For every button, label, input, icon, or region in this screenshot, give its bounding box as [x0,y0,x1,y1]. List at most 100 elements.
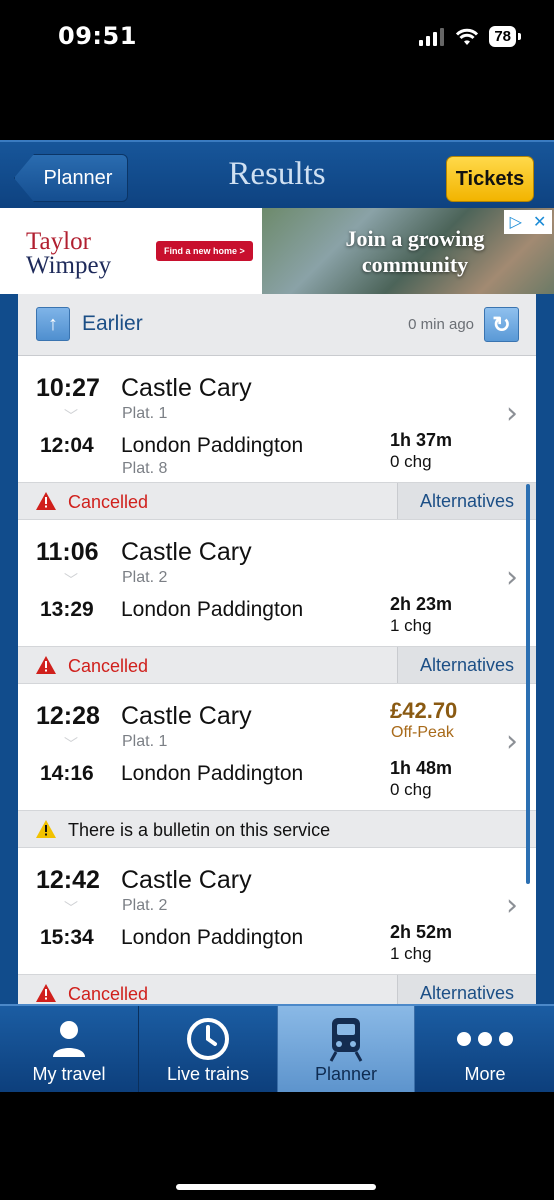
chevron-down-icon: ﹀ [64,408,78,424]
chevron-down-icon: ﹀ [64,736,78,752]
fare-type: Off-Peak [391,724,454,741]
tab-live-trains[interactable]: Live trains [139,1006,277,1092]
arrival-station: London Paddington [121,434,304,457]
more-dots-icon [457,1032,513,1046]
journey-status-text: There is a bulletin on this service [68,820,331,840]
alternatives-button[interactable]: Alternatives [397,647,536,683]
app-window: Planner Results Tickets Taylor Wimpey Fi… [0,140,554,1092]
warning-icon [36,984,56,1002]
bulletin-warning-icon [36,820,56,838]
warning-icon [36,492,56,510]
journey-status-row: Cancelled Alternatives [18,482,536,520]
updated-time: 0 min ago [408,316,474,333]
departure-platform: Plat. 2 [122,897,168,914]
fare-price: £42.70 [390,698,458,723]
advert-tagline: Join a growing community [345,226,485,277]
status-icons: 78 [419,26,521,47]
departure-station: Castle Cary [121,866,252,894]
clock-icon [187,1018,229,1060]
advert-cta-button[interactable]: Find a new home > [156,241,253,261]
departure-station: Castle Cary [121,374,252,402]
scrollbar[interactable] [526,484,530,884]
tab-label: My travel [32,1064,106,1084]
status-bar: 09:51 78 [0,0,554,140]
journey-list: 10:27 Castle Cary Plat. 1 ﹀ 12:04 London Padd… [18,356,536,1004]
adchoices-icon[interactable]: ▷ [510,212,522,232]
chevron-right-icon[interactable]: › [506,560,518,595]
journey-row[interactable]: 12:42 Castle Cary Plat. 2 ﹀ 15:34 London Padd… [18,848,536,974]
chevron-down-icon: ﹀ [64,572,78,588]
results-list[interactable]: ↑ Earlier 0 min ago ↻ 10:27 Castle Cary Pl… [18,294,536,1004]
warning-icon [36,656,56,674]
journey-duration: 1h 37m [390,430,453,450]
journey-changes: 1 chg [390,944,432,963]
arrival-station: London Paddington [121,598,304,621]
advert-banner[interactable]: Taylor Wimpey Find a new home > Join a g… [0,208,554,294]
tab-label: Planner [314,1064,378,1084]
tab-planner[interactable]: Planner [277,1006,415,1092]
status-time: 09:51 [58,22,137,50]
journey-row[interactable]: 10:27 Castle Cary Plat. 1 ﹀ 12:04 London Padd… [18,356,536,482]
chevron-right-icon[interactable]: › [506,724,518,759]
journey-status-row: Cancelled Alternatives [18,646,536,684]
advert-left: Taylor Wimpey Find a new home > [0,208,262,294]
alternatives-button[interactable]: Alternatives [397,975,536,1004]
journey-status-text: Cancelled [68,656,149,676]
chevron-down-icon: ﹀ [64,900,78,916]
navigation-bar: Planner Results Tickets [0,140,554,208]
alternatives-button[interactable]: Alternatives [397,483,536,519]
arrival-platform: Plat. 8 [122,460,168,477]
departure-time: 10:27 [36,374,100,402]
battery-icon: 78 [489,26,521,47]
earlier-label[interactable]: Earlier [82,312,143,336]
arrival-time: 14:16 [40,762,94,785]
journey-row[interactable]: 12:28 Castle Cary Plat. 1 ﹀ 14:16 London Padd… [18,684,536,810]
journey-status-row: Cancelled Alternatives [18,974,536,1004]
journey-changes: 0 chg [390,780,432,799]
advert-brand: Taylor Wimpey [26,228,112,279]
signal-icon [419,27,445,46]
departure-time: 12:42 [36,866,100,894]
earlier-row[interactable]: ↑ Earlier 0 min ago ↻ [18,294,536,356]
chevron-right-icon[interactable]: › [506,396,518,431]
departure-station: Castle Cary [121,538,252,566]
home-indicator[interactable] [176,1184,376,1190]
journey-status-row[interactable]: There is a bulletin on this service [18,810,536,848]
arrival-station: London Paddington [121,762,304,785]
journey-changes: 0 chg [390,452,432,471]
advert-close[interactable]: ▷ ✕ [504,210,552,234]
arrival-time: 13:29 [40,598,94,621]
arrival-time: 15:34 [40,926,94,949]
departure-time: 11:06 [36,538,99,566]
journey-changes: 1 chg [390,616,432,635]
wifi-icon [456,28,479,45]
journey-duration: 1h 48m [390,758,453,778]
tab-more[interactable]: More [416,1006,554,1092]
departure-platform: Plat. 1 [122,405,168,422]
arrival-time: 12:04 [40,434,94,457]
train-icon [329,1018,363,1062]
tab-bar: My travel Live trains Planner More [0,1004,554,1092]
departure-platform: Plat. 1 [122,733,168,750]
journey-duration: 2h 52m [390,922,453,942]
tickets-button[interactable]: Tickets [446,156,534,202]
journey-row[interactable]: 11:06 Castle Cary Plat. 2 ﹀ 13:29 London Padd… [18,520,536,646]
advert-brand-line2: Wimpey [26,252,112,279]
departure-time: 12:28 [36,702,100,730]
arrow-up-icon[interactable]: ↑ [36,307,70,341]
advert-brand-line1: Taylor [26,228,91,255]
chevron-right-icon[interactable]: › [506,888,518,923]
departure-platform: Plat. 2 [122,569,168,586]
departure-station: Castle Cary [121,702,252,730]
person-icon [53,1021,85,1057]
journey-status-text: Cancelled [68,492,149,512]
tab-my-travel[interactable]: My travel [0,1006,138,1092]
journey-status-text: Cancelled [68,984,149,1004]
close-icon[interactable]: ✕ [533,212,546,232]
refresh-icon[interactable]: ↻ [484,307,519,342]
journey-duration: 2h 23m [390,594,453,614]
tab-label: More [464,1064,506,1084]
tab-label: Live trains [166,1064,250,1084]
arrival-station: London Paddington [121,926,304,949]
home-area [0,1092,554,1200]
